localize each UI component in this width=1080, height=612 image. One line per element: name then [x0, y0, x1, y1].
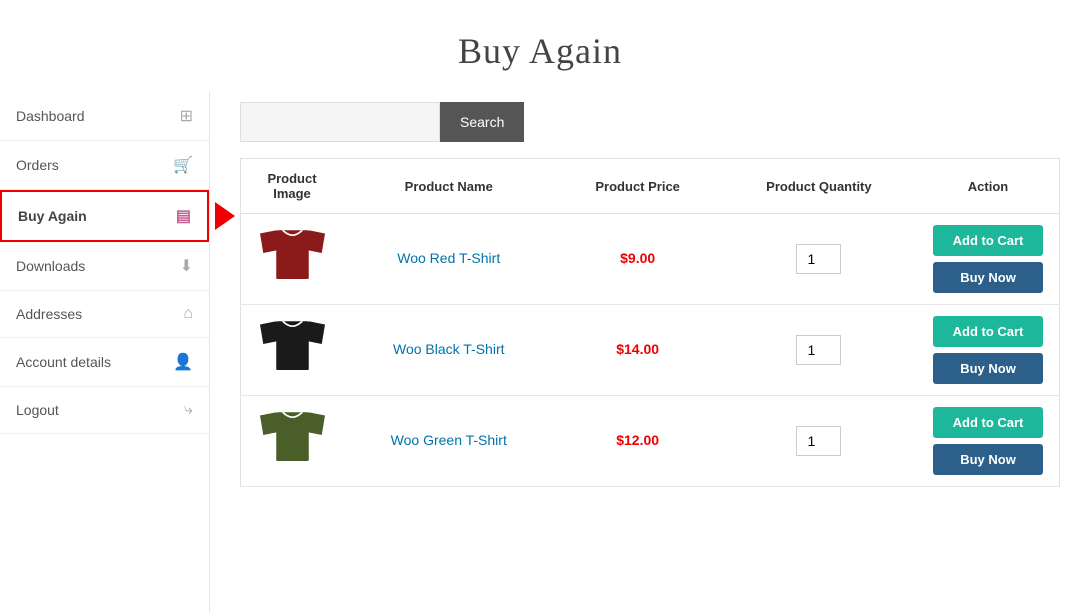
table-col-header: Product Quantity	[721, 159, 917, 214]
table-row: Woo Black T-Shirt $14.00 Add to Cart Buy No…	[241, 305, 1060, 396]
sidebar-item-label: Account details	[16, 354, 111, 370]
sidebar-icon-logout: ⤷	[184, 401, 193, 419]
table-row: Woo Red T-Shirt $9.00 Add to Cart Buy Now	[241, 214, 1060, 305]
product-table: Product ImageProduct NameProduct PricePr…	[240, 158, 1060, 487]
sidebar-icon-dashboard: ⊞	[180, 106, 193, 126]
product-action-cell: Add to Cart Buy Now	[917, 396, 1060, 487]
product-action-cell: Add to Cart Buy Now	[917, 305, 1060, 396]
sidebar-icon-orders: 🛒	[173, 155, 193, 175]
product-price-cell: $9.00	[555, 214, 721, 305]
table-col-header: Product Image	[241, 159, 344, 214]
table-col-header: Product Name	[343, 159, 555, 214]
sidebar-item-dashboard[interactable]: Dashboard ⊞	[0, 92, 209, 141]
buy-now-button[interactable]: Buy Now	[933, 262, 1043, 293]
quantity-input[interactable]	[796, 426, 841, 456]
search-bar: Search	[240, 102, 1060, 142]
sidebar-item-orders[interactable]: Orders 🛒	[0, 141, 209, 190]
product-name-link[interactable]: Woo Red T-Shirt	[397, 250, 500, 266]
product-quantity-cell	[721, 396, 917, 487]
sidebar-item-buy-again[interactable]: Buy Again ▤	[0, 190, 209, 242]
sidebar-icon-downloads: ⬇	[180, 256, 193, 276]
sidebar-item-addresses[interactable]: Addresses ⌂	[0, 291, 209, 338]
product-price-cell: $14.00	[555, 305, 721, 396]
table-row: Woo Green T-Shirt $12.00 Add to Cart Buy No…	[241, 396, 1060, 487]
active-arrow-indicator	[215, 202, 235, 230]
search-button[interactable]: Search	[440, 102, 524, 142]
sidebar-item-label: Addresses	[16, 306, 82, 322]
product-quantity-cell	[721, 214, 917, 305]
sidebar-icon-account-details: 👤	[173, 352, 193, 372]
sidebar-item-logout[interactable]: Logout ⤷	[0, 387, 209, 434]
add-to-cart-button[interactable]: Add to Cart	[933, 407, 1043, 438]
quantity-input[interactable]	[796, 244, 841, 274]
product-price: $12.00	[616, 432, 659, 448]
add-to-cart-button[interactable]: Add to Cart	[933, 316, 1043, 347]
product-name-link[interactable]: Woo Black T-Shirt	[393, 341, 505, 357]
sidebar-item-label: Buy Again	[18, 208, 87, 224]
sidebar: Dashboard ⊞ Orders 🛒 Buy Again ▤ Downloads ⬇ Add…	[0, 92, 210, 612]
product-image-cell	[241, 214, 344, 305]
product-image-cell	[241, 305, 344, 396]
sidebar-icon-buy-again: ▤	[176, 206, 191, 226]
product-image-cell	[241, 396, 344, 487]
sidebar-item-label: Dashboard	[16, 108, 85, 124]
product-name-cell: Woo Red T-Shirt	[343, 214, 555, 305]
sidebar-item-label: Orders	[16, 157, 59, 173]
product-name-link[interactable]: Woo Green T-Shirt	[391, 432, 507, 448]
table-col-header: Product Price	[555, 159, 721, 214]
sidebar-item-downloads[interactable]: Downloads ⬇	[0, 242, 209, 291]
product-name-cell: Woo Green T-Shirt	[343, 396, 555, 487]
page-title: Buy Again	[0, 0, 1080, 92]
table-header: Product ImageProduct NameProduct PricePr…	[241, 159, 1060, 214]
buy-now-button[interactable]: Buy Now	[933, 353, 1043, 384]
quantity-input[interactable]	[796, 335, 841, 365]
sidebar-item-account-details[interactable]: Account details 👤	[0, 338, 209, 387]
product-price: $9.00	[620, 250, 655, 266]
add-to-cart-button[interactable]: Add to Cart	[933, 225, 1043, 256]
search-input[interactable]	[240, 102, 440, 142]
table-col-header: Action	[917, 159, 1060, 214]
sidebar-item-label: Logout	[16, 402, 59, 418]
buy-now-button[interactable]: Buy Now	[933, 444, 1043, 475]
sidebar-item-label: Downloads	[16, 258, 85, 274]
product-action-cell: Add to Cart Buy Now	[917, 214, 1060, 305]
product-price: $14.00	[616, 341, 659, 357]
content-area: Search Product ImageProduct NameProduct …	[210, 92, 1080, 612]
product-name-cell: Woo Black T-Shirt	[343, 305, 555, 396]
product-quantity-cell	[721, 305, 917, 396]
sidebar-icon-addresses: ⌂	[183, 305, 193, 323]
product-price-cell: $12.00	[555, 396, 721, 487]
